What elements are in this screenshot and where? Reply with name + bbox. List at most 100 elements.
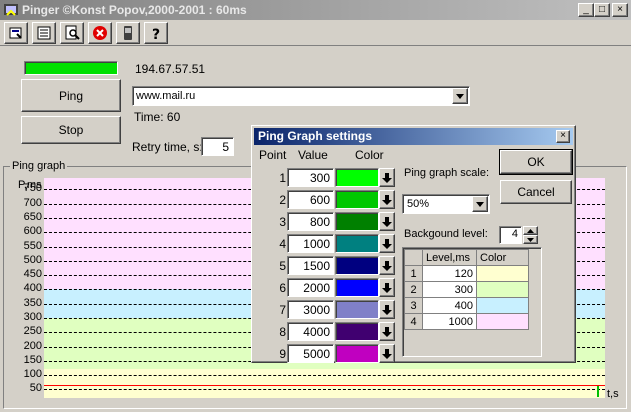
level-row[interactable]: 4 1000 — [404, 313, 529, 330]
help-icon: ? — [152, 27, 160, 41]
point-color-dropdown[interactable] — [379, 344, 395, 363]
point-value-input[interactable]: 2000 — [287, 278, 334, 297]
minimize-button[interactable]: _ — [578, 3, 594, 17]
level-color-swatch[interactable] — [476, 265, 529, 282]
ip-address: 194.67.57.51 — [135, 62, 206, 76]
point-color-swatch[interactable] — [335, 344, 379, 363]
level-number: 3 — [404, 297, 423, 314]
point-color-swatch[interactable] — [335, 168, 379, 187]
ok-button[interactable]: OK — [499, 149, 573, 175]
level-value[interactable]: 400 — [422, 297, 477, 314]
y-tick-label: 600 — [23, 225, 42, 238]
level-row[interactable]: 1 120 — [404, 265, 529, 282]
point-value-input[interactable]: 3000 — [287, 300, 334, 319]
cancel-button[interactable]: Cancel — [500, 180, 572, 204]
y-tick-label: 100 — [23, 368, 42, 381]
stop-toolbar-button[interactable] — [88, 22, 112, 44]
level-row[interactable]: 2 300 — [404, 281, 529, 298]
app-icon — [3, 2, 19, 18]
level-value[interactable]: 300 — [422, 281, 477, 298]
list-toolbar-button[interactable] — [32, 22, 56, 44]
point-number: 2 — [279, 193, 286, 207]
settings-toolbar-button[interactable] — [4, 22, 28, 44]
point-value-input[interactable]: 600 — [287, 190, 334, 209]
device-icon — [124, 26, 132, 40]
device-toolbar-button[interactable] — [116, 22, 140, 44]
dialog-close-button[interactable]: × — [556, 130, 570, 143]
point-color-swatch[interactable] — [335, 234, 379, 253]
point-color-dropdown[interactable] — [379, 278, 395, 297]
arrow-down-icon — [382, 260, 392, 271]
point-value-input[interactable]: 1000 — [287, 234, 334, 253]
graph-band-4 — [44, 369, 605, 398]
y-tick-label: 550 — [23, 239, 42, 252]
level-value[interactable]: 120 — [422, 265, 477, 282]
point-color-swatch[interactable] — [335, 300, 379, 319]
close-button[interactable]: × — [612, 3, 628, 17]
background-level-input[interactable]: 4 — [499, 226, 522, 244]
point-number: 8 — [279, 325, 286, 339]
scale-dropdown-button[interactable] — [472, 196, 488, 212]
point-value-input[interactable]: 800 — [287, 212, 334, 231]
point-color-dropdown[interactable] — [379, 322, 395, 341]
time-text: Time: 60 — [134, 110, 181, 124]
level-color-swatch[interactable] — [476, 313, 529, 330]
col-point-header: Point — [259, 148, 287, 162]
spin-up-button[interactable] — [523, 226, 538, 235]
level-color-swatch[interactable] — [476, 297, 529, 314]
point-color-swatch[interactable] — [335, 322, 379, 341]
levels-header-level: Level,ms — [422, 249, 477, 266]
point-color-dropdown[interactable] — [379, 212, 395, 231]
point-number: 1 — [279, 171, 286, 185]
arrow-down-icon — [382, 304, 392, 315]
find-toolbar-button[interactable] — [60, 22, 84, 44]
host-value: www.mail.ru — [136, 90, 196, 102]
host-dropdown-button[interactable] — [452, 88, 468, 104]
title-bar: Pinger ©Konst Popov,2000-2001 : 60ms _ □… — [0, 0, 631, 20]
point-color-swatch[interactable] — [335, 190, 379, 209]
arrow-down-icon — [382, 216, 392, 227]
point-color-dropdown[interactable] — [379, 168, 395, 187]
help-toolbar-button[interactable]: ? — [144, 22, 168, 44]
arrow-down-icon — [382, 238, 392, 249]
arrow-up-icon — [527, 228, 534, 233]
maximize-button[interactable]: □ — [594, 3, 610, 17]
settings-icon — [9, 27, 22, 39]
grid-line — [44, 389, 605, 391]
point-color-dropdown[interactable] — [379, 234, 395, 253]
point-color-dropdown[interactable] — [379, 300, 395, 319]
point-color-swatch[interactable] — [335, 212, 379, 231]
y-tick-label: 300 — [23, 311, 42, 323]
arrow-down-icon — [382, 172, 392, 183]
point-value-input[interactable]: 4000 — [287, 322, 334, 341]
point-value-input[interactable]: 1500 — [287, 256, 334, 275]
level-color-swatch[interactable] — [476, 281, 529, 298]
ping-button[interactable]: Ping — [21, 79, 121, 112]
point-number: 7 — [279, 303, 286, 317]
scale-select[interactable]: 50% — [402, 194, 490, 214]
spin-down-button[interactable] — [523, 235, 538, 244]
y-tick-label: 750 — [23, 182, 42, 195]
point-number: 6 — [279, 281, 286, 295]
point-value-input[interactable]: 300 — [287, 168, 334, 187]
find-icon — [65, 25, 80, 40]
arrow-down-icon — [382, 282, 392, 293]
point-color-swatch[interactable] — [335, 278, 379, 297]
window-title: Pinger ©Konst Popov,2000-2001 : 60ms — [22, 3, 247, 17]
levels-header-color: Color — [476, 249, 529, 266]
stop-button[interactable]: Stop — [21, 116, 121, 144]
retry-time-input[interactable]: 5 — [201, 137, 234, 156]
point-color-dropdown[interactable] — [379, 256, 395, 275]
host-combobox[interactable]: www.mail.ru — [132, 86, 470, 106]
point-number: 9 — [279, 347, 286, 361]
y-tick-label: 350 — [23, 296, 42, 309]
point-color-swatch[interactable] — [335, 256, 379, 275]
y-tick-label: 150 — [23, 353, 42, 366]
levels-table: Level,ms Color 1 120 2 300 3 400 4 1000 — [402, 247, 542, 357]
level-value[interactable]: 1000 — [422, 313, 477, 330]
point-value-input[interactable]: 5000 — [287, 344, 334, 363]
point-color-dropdown[interactable] — [379, 190, 395, 209]
level-row[interactable]: 3 400 — [404, 297, 529, 314]
svg-text:?: ? — [152, 27, 160, 41]
x-axis-label: t,s — [607, 388, 619, 400]
